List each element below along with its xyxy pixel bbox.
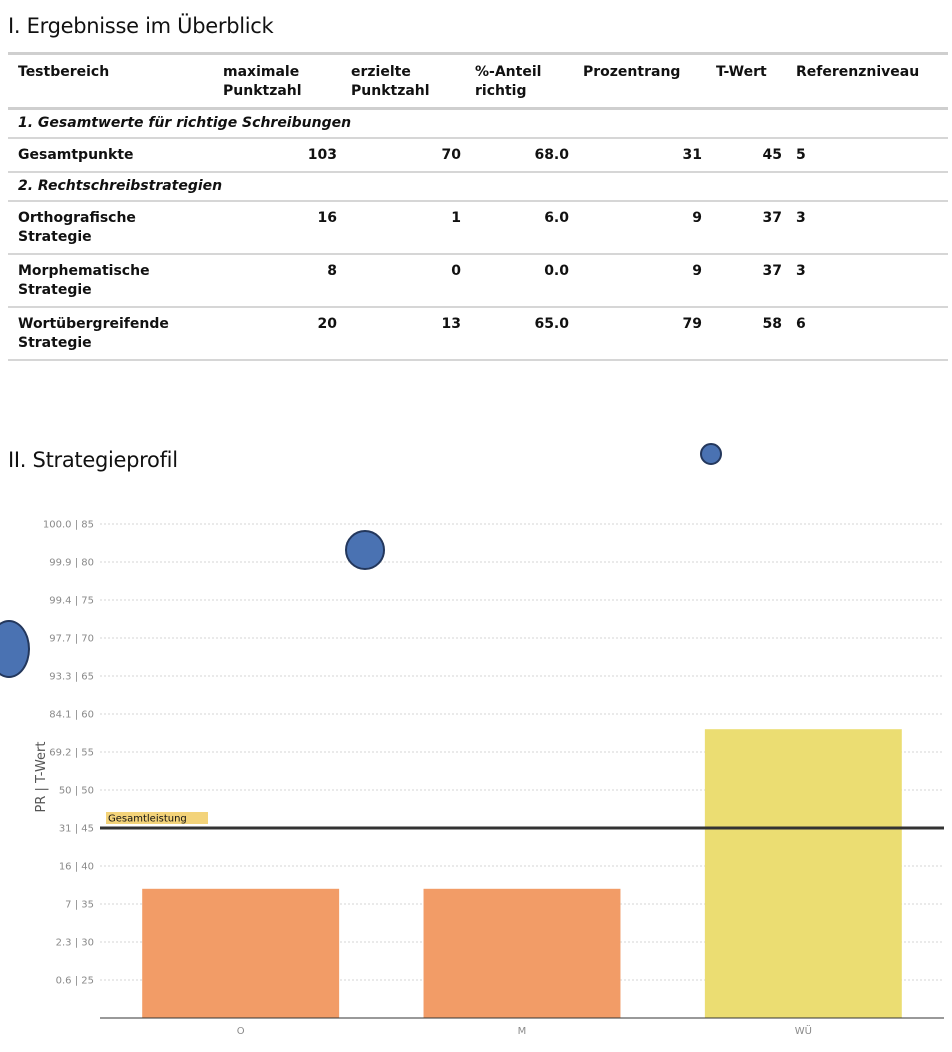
- header-anteil-richtig: %-Anteil richtig: [475, 64, 542, 99]
- table-row-morphematisch: Morphematische Strategie 8 0 0.0 9 37 3: [8, 254, 948, 307]
- y-tick-label: 84.1 | 60: [49, 710, 94, 721]
- y-tick-label: 97.7 | 70: [49, 634, 94, 645]
- header-prozentrang: Prozentrang: [583, 64, 681, 80]
- cell-prozentrang: 9: [692, 263, 702, 279]
- table-row-orthografisch: Orthografische Strategie 16 1 6.0 9 37 3: [8, 201, 948, 254]
- cell-t-wert: 58: [762, 316, 782, 332]
- results-table: Testbereich maximale Punktzahl erzielte Pu…: [8, 52, 948, 361]
- cell-referenzniveau: 3: [796, 210, 806, 226]
- cell-max: 20: [317, 316, 337, 332]
- cell-anteil: 68.0: [534, 147, 569, 163]
- cell-max: 8: [327, 263, 337, 279]
- bar-wü: [704, 729, 902, 1018]
- section-row-strategien: 2. Rechtschreibstrategien: [8, 172, 948, 201]
- header-t-wert: T-Wert: [716, 64, 767, 80]
- table-header-row: Testbereich maximale Punktzahl erzielte Pu…: [8, 53, 948, 109]
- cell-erzielt: 0: [451, 263, 461, 279]
- table-row-wortuebergreifend: Wortübergreifende Strategie 20 13 65.0 79…: [8, 307, 948, 360]
- y-tick-label: 93.3 | 65: [49, 672, 94, 683]
- strategy-profile-chart: 0.6 | 25 2.3 | 30 7 | 35 16 | 40 31 | 45 50 |…: [34, 520, 944, 1037]
- cell-max: 16: [317, 210, 337, 226]
- y-tick-label: 16 | 40: [59, 862, 94, 873]
- section-title-results: I. Ergebnisse im Überblick: [8, 14, 274, 38]
- cell-anteil: 0.0: [544, 263, 569, 279]
- section-label: 2. Rechtschreibstrategien: [18, 178, 223, 194]
- cell-prozentrang: 9: [692, 210, 702, 226]
- x-tick-label: M: [518, 1026, 527, 1037]
- x-tick-label: WÜ: [795, 1024, 812, 1037]
- row-label: Morphematische Strategie: [18, 263, 150, 298]
- section-title-profile: II. Strategieprofil: [8, 448, 178, 472]
- cell-referenzniveau: 5: [796, 147, 806, 163]
- y-tick-label: 50 | 50: [59, 786, 94, 797]
- cell-referenzniveau: 3: [796, 263, 806, 279]
- y-tick-label: 31 | 45: [59, 824, 94, 835]
- cell-anteil: 6.0: [544, 210, 569, 226]
- cell-max: 103: [307, 147, 337, 163]
- cell-erzielt: 1: [451, 210, 461, 226]
- y-axis-label: PR | T-Wert: [34, 742, 49, 813]
- cell-anteil: 65.0: [534, 316, 569, 332]
- bar-m: [423, 888, 621, 1018]
- bar-o: [142, 888, 340, 1018]
- y-tick-label: 69.2 | 55: [49, 748, 94, 759]
- y-tick-label: 0.6 | 25: [56, 976, 94, 987]
- cell-erzielt: 70: [441, 147, 461, 163]
- header-erzielte-punktzahl: erzielte Punktzahl: [351, 64, 430, 99]
- y-tick-label: 99.9 | 80: [49, 558, 94, 569]
- cell-t-wert: 37: [762, 263, 782, 279]
- touch-marker: [345, 530, 385, 570]
- header-referenzniveau: Referenzniveau: [796, 64, 920, 80]
- cell-erzielt: 13: [441, 316, 461, 332]
- row-label: Gesamtpunkte: [18, 147, 134, 163]
- header-testbereich: Testbereich: [18, 64, 110, 80]
- y-tick-label: 2.3 | 30: [56, 938, 94, 949]
- y-tick-label: 7 | 35: [65, 900, 94, 911]
- section-row-gesamtwerte: 1. Gesamtwerte für richtige Schreibungen: [8, 109, 948, 138]
- table-row-gesamtpunkte: Gesamtpunkte 103 70 68.0 31 45 5: [8, 138, 948, 172]
- section-label: 1. Gesamtwerte für richtige Schreibungen: [18, 115, 352, 131]
- row-label: Wortübergreifende Strategie: [18, 316, 169, 351]
- cell-prozentrang: 79: [682, 316, 702, 332]
- x-tick-label: O: [237, 1026, 245, 1037]
- y-tick-label: 99.4 | 75: [49, 596, 94, 607]
- reference-line-label: Gesamtleistung: [108, 814, 187, 825]
- row-label: Orthografische Strategie: [18, 210, 136, 245]
- header-maximale-punktzahl: maximale Punktzahl: [223, 64, 302, 99]
- cell-t-wert: 37: [762, 210, 782, 226]
- cell-t-wert: 45: [762, 147, 782, 163]
- cell-referenzniveau: 6: [796, 316, 806, 332]
- touch-marker: [700, 443, 722, 465]
- y-tick-label: 100.0 | 85: [43, 520, 94, 531]
- cell-prozentrang: 31: [682, 147, 702, 163]
